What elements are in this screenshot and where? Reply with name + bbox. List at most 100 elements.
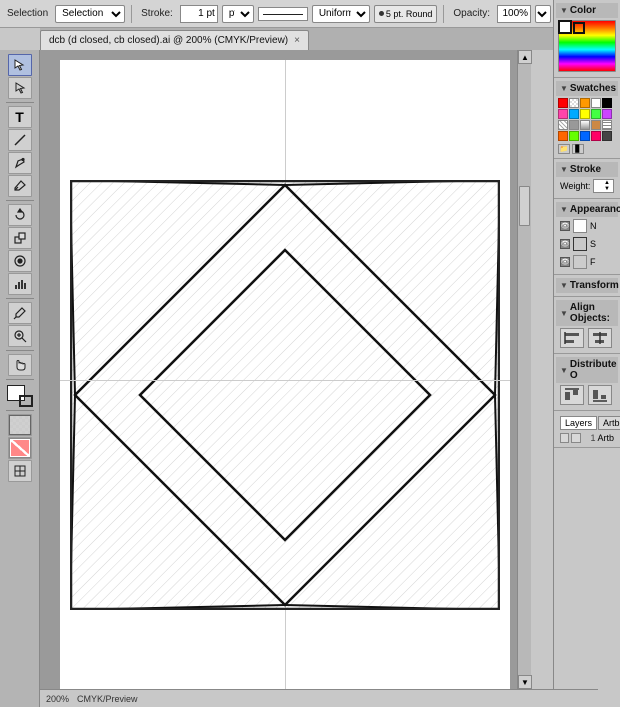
tool-brush[interactable] (8, 175, 32, 197)
layers-tab[interactable]: Layers (560, 416, 597, 430)
transform-label: Transform (570, 280, 619, 291)
tool-zoom[interactable] (8, 325, 32, 347)
swatches-panel-header[interactable]: ▼ Swatches (556, 81, 618, 96)
appearance-swatch2[interactable] (573, 237, 587, 251)
swatch-white2[interactable] (591, 98, 601, 108)
fill-stroke-indicator[interactable] (558, 20, 585, 34)
stroke-panel-header[interactable]: ▼ Stroke (556, 162, 618, 177)
swatch-brown[interactable] (591, 120, 601, 130)
divider1 (131, 5, 132, 23)
swatch-gradient[interactable] (580, 120, 590, 130)
swatch-blue2[interactable] (580, 131, 590, 141)
appearance-eye3[interactable]: 👁 (560, 257, 570, 267)
tool-artboard[interactable] (8, 460, 32, 482)
stroke-weight-field[interactable]: ▲ ▼ (593, 179, 614, 193)
appearance-f-label: F (590, 257, 596, 267)
swatch-graph-icon[interactable]: ▊ (572, 144, 584, 154)
tool-slash[interactable] (8, 437, 32, 459)
scroll-down-button[interactable]: ▼ (518, 675, 532, 689)
color-arrow: ▼ (560, 6, 568, 15)
status-mode: CMYK/Preview (77, 694, 138, 704)
artboard-tab[interactable]: Artb (598, 416, 620, 430)
tabbar: dcb (d closed, cb closed).ai @ 200% (CMY… (40, 28, 598, 50)
layer-visibility-eye[interactable] (560, 433, 569, 443)
dist-top-btn[interactable] (560, 385, 584, 405)
tab-title: dcb (d closed, cb closed).ai @ 200% (CMY… (49, 35, 288, 46)
swatch-darkgray[interactable] (602, 131, 612, 141)
stroke-weight-input[interactable]: 1 pt (180, 5, 218, 23)
scroll-thumb[interactable] (519, 186, 530, 226)
tool-direct-selection[interactable] (8, 77, 32, 99)
stroke-weight-down[interactable]: ▼ (604, 186, 612, 192)
tool-bargraph[interactable] (8, 273, 32, 295)
tool-checkerboard[interactable] (8, 414, 32, 436)
right-panel: ▼ Color ▼ Swatches (553, 0, 620, 707)
swatch-yellow[interactable] (580, 109, 590, 119)
swatch-pattern2[interactable] (602, 120, 612, 130)
dist-bottom-btn[interactable] (588, 385, 612, 405)
swatch-red2[interactable] (591, 131, 601, 141)
opacity-dropdown[interactable]: ▼ (535, 5, 551, 23)
tool-pencil[interactable] (8, 152, 32, 174)
fill-swatch[interactable] (558, 20, 572, 34)
align-panel-header[interactable]: ▼ Align Objects: (556, 300, 618, 326)
transform-panel-header[interactable]: ▼ Transform (556, 278, 618, 293)
appearance-eye1[interactable]: 👁 (560, 221, 570, 231)
align-horiz-center-btn[interactable] (588, 328, 612, 348)
tool-scale[interactable] (8, 227, 32, 249)
tool-symbol[interactable] (8, 250, 32, 272)
distribute-panel-header[interactable]: ▼ Distribute O (556, 357, 618, 383)
color-panel-header[interactable]: ▼ Color (556, 3, 618, 18)
swatch-green[interactable] (591, 109, 601, 119)
stroke-swatch[interactable] (573, 22, 585, 34)
swatch-pattern1[interactable] (558, 120, 568, 130)
stroke-color[interactable] (19, 395, 33, 407)
swatch-black[interactable] (602, 98, 612, 108)
appearance-eye2[interactable]: 👁 (560, 239, 570, 249)
swatch-lime[interactable] (569, 131, 579, 141)
tool-eyedropper[interactable] (8, 302, 32, 324)
tool-type[interactable]: T (8, 106, 32, 128)
cap-icon: 5 pt. Round (374, 5, 438, 23)
selection-dropdown[interactable]: Selection (55, 5, 125, 23)
align-left-btn[interactable] (560, 328, 584, 348)
tool-selection[interactable] (8, 54, 32, 76)
swatch-purple[interactable] (602, 109, 612, 119)
stroke-weight-row: Weight: ▲ ▼ (556, 177, 618, 195)
swatch-orange[interactable] (580, 98, 590, 108)
stroke-weight-select[interactable]: pt (222, 5, 254, 23)
status-zoom: 200% (46, 694, 69, 704)
appearance-panel-header[interactable]: ▼ Appearance (556, 202, 618, 217)
swatch-white[interactable] (569, 98, 579, 108)
stroke-style-select[interactable]: Uniform (312, 5, 370, 23)
appearance-swatch3[interactable] (573, 255, 587, 269)
opacity-input[interactable] (497, 5, 531, 23)
appearance-swatch1[interactable] (573, 219, 587, 233)
swatch-red[interactable] (558, 98, 568, 108)
swatch-gray[interactable] (569, 120, 579, 130)
stroke-weight-stepper[interactable]: ▲ ▼ (604, 180, 612, 192)
tab-close-button[interactable]: × (294, 35, 300, 46)
appearance-f-row: 👁 F (556, 253, 618, 271)
swatch-pink[interactable] (558, 109, 568, 119)
swatches-bottom-icons: 📁 ▊ (556, 143, 618, 155)
swatch-orange2[interactable] (558, 131, 568, 141)
tool-sep5 (6, 379, 34, 380)
toolbar: Selection Selection Stroke: 1 pt pt Unif… (0, 0, 620, 28)
tool-line[interactable] (8, 129, 32, 151)
tool-hand[interactable] (8, 354, 32, 376)
scroll-up-button[interactable]: ▲ (518, 50, 532, 64)
color-wheel-container (556, 18, 618, 74)
color-boxes[interactable] (7, 385, 33, 407)
swatch-folder-icon[interactable]: 📁 (558, 144, 570, 154)
layer-lock[interactable] (571, 433, 580, 443)
swatch-blue[interactable] (569, 109, 579, 119)
layer-number: 1 (583, 433, 596, 443)
tool-rotate[interactable] (8, 204, 32, 226)
appearance-n-label: N (590, 221, 597, 231)
canvas-scroll[interactable] (40, 50, 531, 689)
vscrollbar[interactable]: ▲ ▼ (517, 50, 531, 689)
artwork (70, 180, 500, 610)
document-tab[interactable]: dcb (d closed, cb closed).ai @ 200% (CMY… (40, 30, 309, 50)
scroll-track[interactable] (518, 64, 531, 675)
